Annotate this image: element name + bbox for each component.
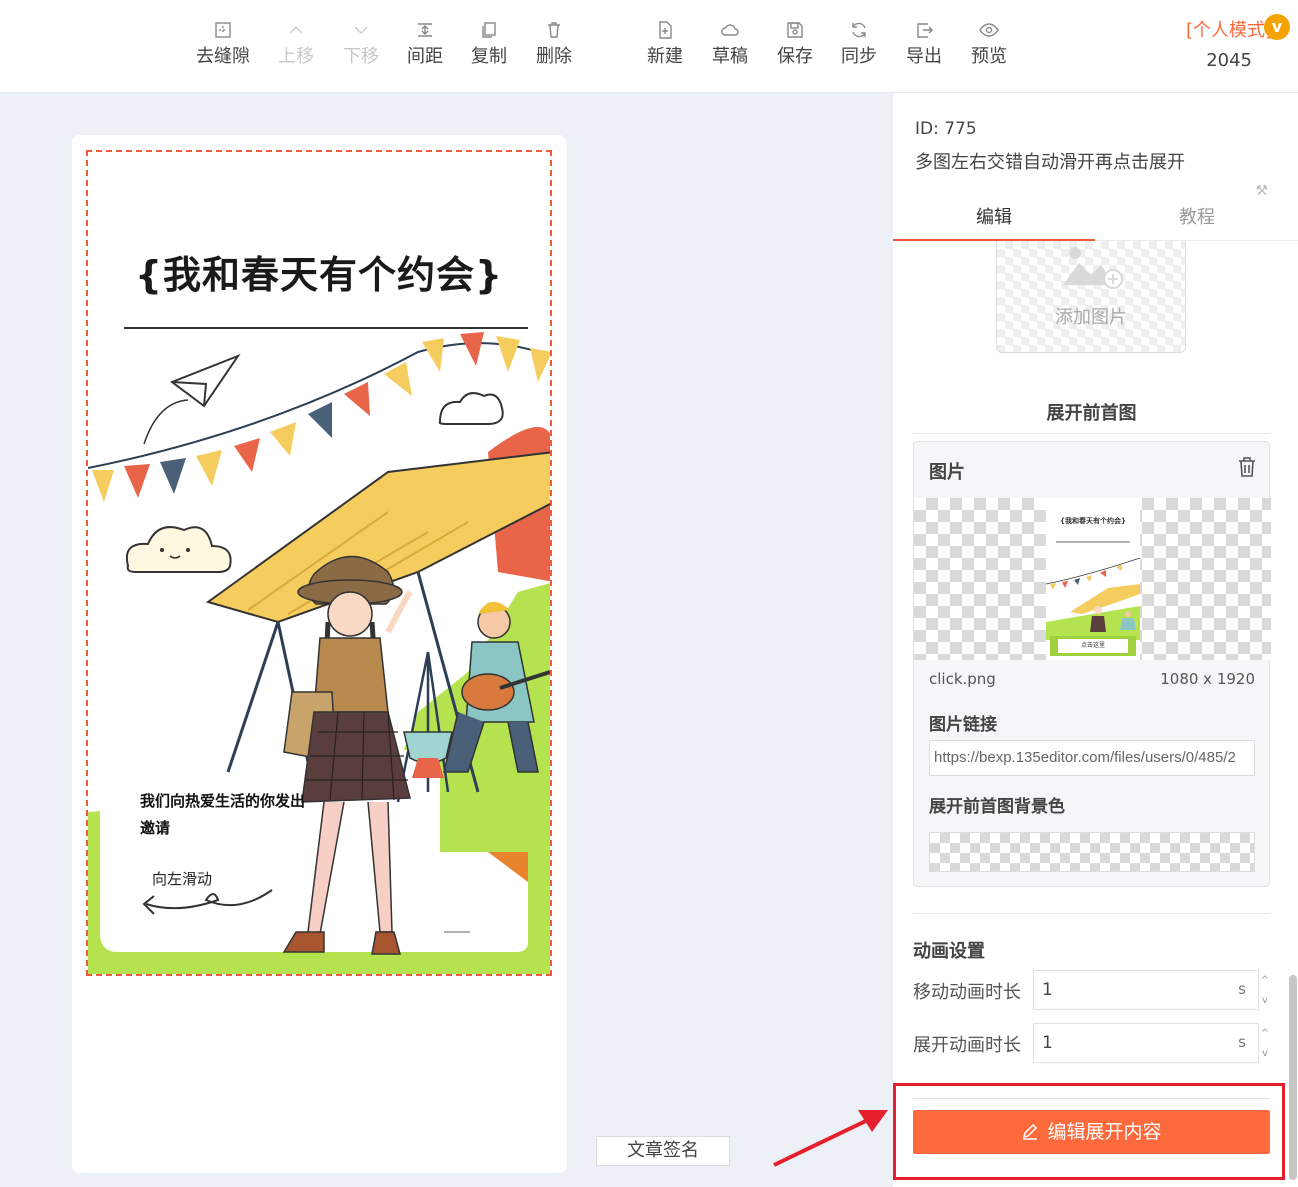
expand-duration-row: 展开动画时长 1 s ^ v — [913, 1023, 1270, 1063]
export-button[interactable]: 导出 — [892, 16, 956, 68]
add-image-button[interactable]: 添加图片 — [996, 241, 1186, 353]
chevron-up-icon — [289, 26, 303, 34]
file-dimensions: 1080 x 1920 — [1160, 670, 1255, 688]
annotation-highlight-box — [893, 1083, 1285, 1180]
copy-icon — [482, 22, 496, 38]
divider — [913, 913, 1270, 914]
section-before-title: 展开前首图 — [1046, 403, 1137, 424]
template-id: ID: 775 — [915, 119, 977, 139]
add-image-label: 添加图片 — [1055, 307, 1127, 328]
divider — [913, 433, 1270, 434]
cloud-icon — [721, 24, 739, 36]
expand-duration-value: 1 — [1042, 1033, 1053, 1053]
delete-button[interactable]: 删除 — [522, 16, 586, 68]
poster-swipe-hint: 向左滑动 — [152, 870, 213, 888]
image-thumbnail: {我和春天有个约会} 点击这里 — [1046, 498, 1140, 660]
personal-mode-label[interactable]: [个人模式] — [1186, 16, 1272, 42]
thumbnail-button: 点击这里 — [1058, 639, 1128, 653]
save-icon — [787, 22, 803, 38]
remove-gap-icon — [215, 22, 231, 38]
vip-badge-icon: v — [1264, 14, 1290, 40]
poster-image[interactable]: {我和春天有个约会} 我们向热爱生活的你发出邀请 向左滑动 — [86, 150, 552, 976]
article-signature-button[interactable]: 文章签名 — [596, 1136, 730, 1166]
template-name: 多图左右交错自动滑开再点击展开 — [915, 152, 1185, 173]
image-card: 图片 {我和春天有个约会} 点击这里 click.png 1080 x 1920… — [913, 441, 1271, 887]
expand-duration-unit: s — [1238, 1033, 1246, 1051]
move-duration-stepper[interactable]: ^ v — [1258, 971, 1272, 1011]
spacing-button[interactable]: 间距 — [393, 16, 457, 68]
new-file-icon — [659, 21, 672, 39]
trash-icon[interactable] — [1237, 456, 1257, 478]
chevron-down-icon[interactable]: v — [1258, 1044, 1272, 1064]
expand-duration-input[interactable]: 1 s ^ v — [1033, 1023, 1269, 1063]
new-button[interactable]: 新建 — [633, 16, 697, 68]
image-card-header: 图片 — [929, 462, 965, 483]
spacing-icon — [418, 23, 432, 37]
chevron-up-icon[interactable]: ^ — [1258, 1024, 1272, 1044]
draft-button[interactable]: 草稿 — [698, 16, 762, 68]
thumbnail-footer: 点击这里 — [1050, 636, 1136, 656]
move-duration-value: 1 — [1042, 980, 1053, 1000]
save-button[interactable]: 保存 — [763, 16, 827, 68]
move-duration-input[interactable]: 1 s ^ v — [1033, 970, 1269, 1010]
image-link-label: 图片链接 — [929, 715, 997, 735]
eye-icon — [979, 23, 999, 37]
panel-tabs: 编辑 教程 — [893, 199, 1298, 241]
move-duration-row: 移动动画时长 1 s ^ v — [913, 970, 1270, 1010]
tools-icon[interactable]: ⚒ — [1255, 183, 1268, 199]
export-icon — [917, 23, 933, 38]
preview-button[interactable]: 预览 — [957, 16, 1021, 68]
add-image-icon — [1063, 247, 1123, 289]
file-name: click.png — [929, 670, 996, 688]
remove-gap-button[interactable]: 去缝隙 — [191, 16, 255, 68]
copy-button[interactable]: 复制 — [457, 16, 521, 68]
background-color-picker[interactable] — [929, 832, 1255, 872]
poster-divider — [124, 327, 528, 329]
move-down-button[interactable]: 下移 — [329, 16, 393, 68]
chevron-down-icon[interactable]: v — [1258, 991, 1272, 1011]
move-up-button[interactable]: 上移 — [264, 16, 328, 68]
trash-icon — [548, 22, 560, 38]
chevron-up-icon[interactable]: ^ — [1258, 971, 1272, 991]
tab-tutorial[interactable]: 教程 — [1096, 199, 1298, 241]
expand-duration-stepper[interactable]: ^ v — [1258, 1024, 1272, 1064]
settings-panel: ID: 775 多图左右交错自动滑开再点击展开 ⚒ 编辑 教程 添加图片 展开前… — [893, 93, 1298, 1187]
poster-invite-text: 我们向热爱生活的你发出邀请 — [140, 792, 306, 837]
poster-title: {我和春天有个约会} — [134, 253, 504, 297]
animation-settings-title: 动画设置 — [913, 941, 985, 962]
toolbar: 去缝隙 上移 下移 间距 复制 删除 新建 草稿 保存 同步 导出 预览 [个人… — [0, 0, 1298, 93]
image-preview[interactable]: {我和春天有个约会} 点击这里 — [914, 498, 1271, 660]
background-color-label: 展开前首图背景色 — [929, 797, 1065, 817]
chevron-down-icon — [354, 26, 368, 34]
sync-icon — [852, 22, 866, 38]
expand-duration-label: 展开动画时长 — [913, 1035, 1021, 1056]
move-duration-label: 移动动画时长 — [913, 982, 1021, 1003]
move-duration-unit: s — [1238, 980, 1246, 998]
thumbnail-illustration — [1046, 541, 1140, 640]
sync-button[interactable]: 同步 — [827, 16, 891, 68]
image-link-input[interactable]: https://bexp.135editor.com/files/users/0… — [929, 740, 1255, 776]
tab-edit[interactable]: 编辑 — [893, 199, 1095, 241]
user-number: 2045 — [1206, 50, 1252, 71]
panel-scrollbar[interactable] — [1289, 975, 1297, 1180]
